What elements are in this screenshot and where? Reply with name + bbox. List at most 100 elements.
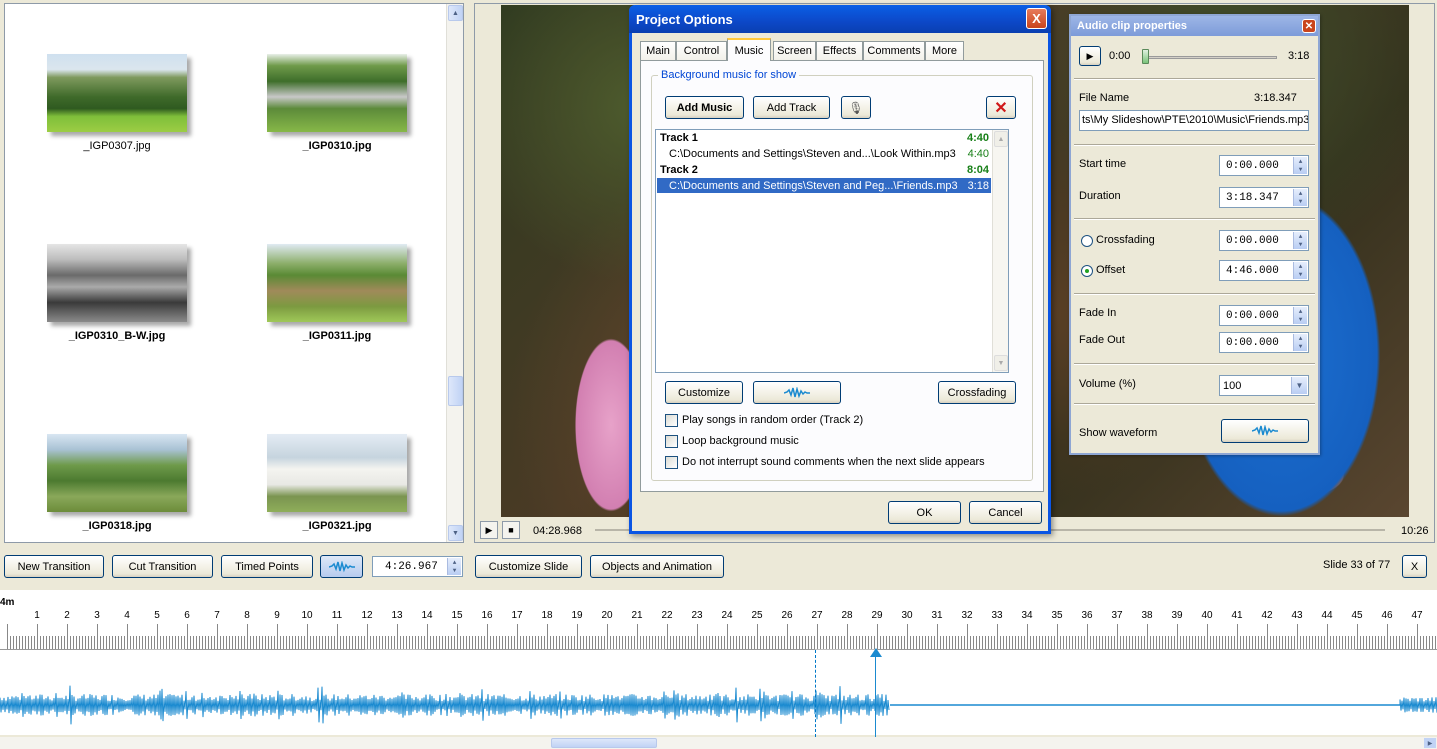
new-transition-button[interactable]: New Transition (4, 555, 104, 578)
file-path-field[interactable]: ts\My Slideshow\PTE\2010\Music\Friends.m… (1079, 110, 1309, 131)
ruler-tick (739, 636, 740, 650)
ruler-tick (622, 636, 623, 650)
start-time-field[interactable]: 0:00.000 ▲ ▼ (1219, 155, 1309, 176)
waveform-toggle-button[interactable] (320, 555, 363, 578)
scroll-up-icon[interactable]: ▲ (994, 131, 1008, 147)
audio-waveform-track[interactable] (0, 650, 1437, 735)
timed-points-button[interactable]: Timed Points (221, 555, 313, 578)
delete-icon[interactable]: ✕ (986, 96, 1016, 119)
spin-arrows-icon[interactable]: ▲ ▼ (1293, 262, 1307, 279)
playhead-line[interactable] (875, 650, 876, 737)
ruler-tick-label: 45 (1351, 610, 1363, 621)
close-timeline-button[interactable]: X (1402, 555, 1427, 578)
thumbnail-image[interactable] (267, 244, 407, 322)
spin-arrows-icon[interactable]: ▲ ▼ (1293, 157, 1307, 174)
track-file-row[interactable]: C:\Documents and Settings\Steven and...\… (657, 146, 991, 161)
random-order-checkbox[interactable] (665, 414, 678, 427)
scroll-up-icon[interactable]: ▲ (448, 5, 463, 21)
timeline-scrollbar[interactable]: ▶ (0, 737, 1437, 749)
ok-button[interactable]: OK (888, 501, 961, 524)
scroll-thumb[interactable] (551, 738, 657, 748)
tab-more[interactable]: More (925, 41, 964, 60)
time-field[interactable]: 4:26.967 ▲ ▼ (372, 556, 463, 577)
spin-arrows-icon[interactable]: ▲ ▼ (447, 558, 461, 575)
ruler-tick (844, 636, 845, 650)
ruler-tick (1351, 636, 1352, 650)
thumbnail-image[interactable] (47, 54, 187, 132)
fade-out-field[interactable]: 0:00.000 ▲ ▼ (1219, 332, 1309, 353)
tab-screen[interactable]: Screen (773, 41, 816, 60)
playhead-marker-icon[interactable] (870, 648, 882, 657)
clip-position-thumb[interactable] (1142, 49, 1149, 64)
scroll-down-icon[interactable]: ▼ (994, 355, 1008, 371)
thumbnail-caption: _IGP0321.jpg (302, 520, 372, 532)
show-waveform-button[interactable] (1221, 419, 1309, 443)
microphone-icon[interactable]: 🎙 (841, 96, 871, 119)
thumbnail-image[interactable] (47, 244, 187, 322)
thumbnail-image[interactable] (267, 54, 407, 132)
fade-in-field[interactable]: 0:00.000 ▲ ▼ (1219, 305, 1309, 326)
ruler-tick (1366, 636, 1367, 650)
crossfading-field[interactable]: 0:00.000 ▲ ▼ (1219, 230, 1309, 251)
scroll-right-icon[interactable]: ▶ (1424, 738, 1436, 748)
tab-main[interactable]: Main (640, 41, 676, 60)
no-interrupt-checkbox[interactable] (665, 456, 678, 469)
waveform-button[interactable] (753, 381, 841, 404)
ruler-tick (139, 636, 140, 650)
offset-field[interactable]: 4:46.000 ▲ ▼ (1219, 260, 1309, 281)
thumbnail-image[interactable] (47, 434, 187, 512)
clip-position-track[interactable] (1143, 56, 1277, 59)
timeline-ruler[interactable]: 4m 1 2 3 4 5 6 7 8 9 10 11 12 13 14 15 16 17 18 19 20 21 22 23… (0, 590, 1437, 650)
play-icon[interactable]: ▶ (480, 521, 498, 539)
scroll-thumb[interactable] (448, 376, 463, 406)
track-row[interactable]: Track 2 8:04 (657, 162, 991, 177)
ruler-tick (697, 624, 698, 650)
add-track-button[interactable]: Add Track (753, 96, 830, 119)
ruler-tick (985, 636, 986, 650)
close-icon[interactable]: X (1026, 8, 1047, 29)
ruler-tick (694, 636, 695, 650)
crossfading-radio[interactable] (1081, 235, 1093, 247)
tab-comments[interactable]: Comments (863, 41, 925, 60)
scroll-down-icon[interactable]: ▼ (448, 525, 463, 541)
spin-arrows-icon[interactable]: ▲ ▼ (1293, 307, 1307, 324)
duration-field[interactable]: 3:18.347 ▲ ▼ (1219, 187, 1309, 208)
track-list-scrollbar[interactable]: ▲ ▼ (992, 130, 1008, 372)
stop-icon[interactable]: ■ (502, 521, 520, 539)
spin-arrows-icon[interactable]: ▲ ▼ (1293, 334, 1307, 351)
play-icon[interactable]: ▶ (1079, 46, 1101, 66)
ruler-tick (421, 636, 422, 650)
cut-transition-button[interactable]: Cut Transition (112, 555, 213, 578)
customize-button[interactable]: Customize (665, 381, 743, 404)
track-file-row-selected[interactable]: C:\Documents and Settings\Steven and Peg… (657, 178, 991, 193)
crossfading-button[interactable]: Crossfading (938, 381, 1016, 404)
waveform-path (1399, 697, 1437, 713)
ruler-tick (1348, 636, 1349, 650)
add-music-button[interactable]: Add Music (665, 96, 744, 119)
chevron-down-icon[interactable]: ▼ (1291, 377, 1307, 394)
thumbnail-image[interactable] (267, 434, 407, 512)
close-icon[interactable]: ✕ (1302, 19, 1316, 33)
offset-radio[interactable] (1081, 265, 1093, 277)
spin-arrows-icon[interactable]: ▲ ▼ (1293, 189, 1307, 206)
ruler-tick (970, 636, 971, 650)
track-row[interactable]: Track 1 4:40 (657, 130, 991, 145)
cancel-button[interactable]: Cancel (969, 501, 1042, 524)
browser-scrollbar[interactable]: ▲ ▼ (446, 4, 463, 542)
ruler-tick-label: 40 (1201, 610, 1213, 621)
ruler-tick (721, 636, 722, 650)
loop-music-checkbox[interactable] (665, 435, 678, 448)
track-list[interactable]: Track 1 4:40 C:\Documents and Settings\S… (655, 129, 1009, 373)
crossfading-label: Crossfading (1096, 234, 1155, 246)
tab-control[interactable]: Control (676, 41, 727, 60)
spin-arrows-icon[interactable]: ▲ ▼ (1293, 232, 1307, 249)
customize-slide-button[interactable]: Customize Slide (475, 555, 582, 578)
volume-select[interactable]: 100 ▼ (1219, 375, 1309, 396)
ruler-tick (1345, 636, 1346, 650)
ruler-tick (793, 636, 794, 650)
tab-music[interactable]: Music (727, 38, 771, 61)
ruler-tick (1168, 636, 1169, 650)
divider (1074, 78, 1315, 80)
objects-animation-button[interactable]: Objects and Animation (590, 555, 724, 578)
tab-effects[interactable]: Effects (816, 41, 863, 60)
